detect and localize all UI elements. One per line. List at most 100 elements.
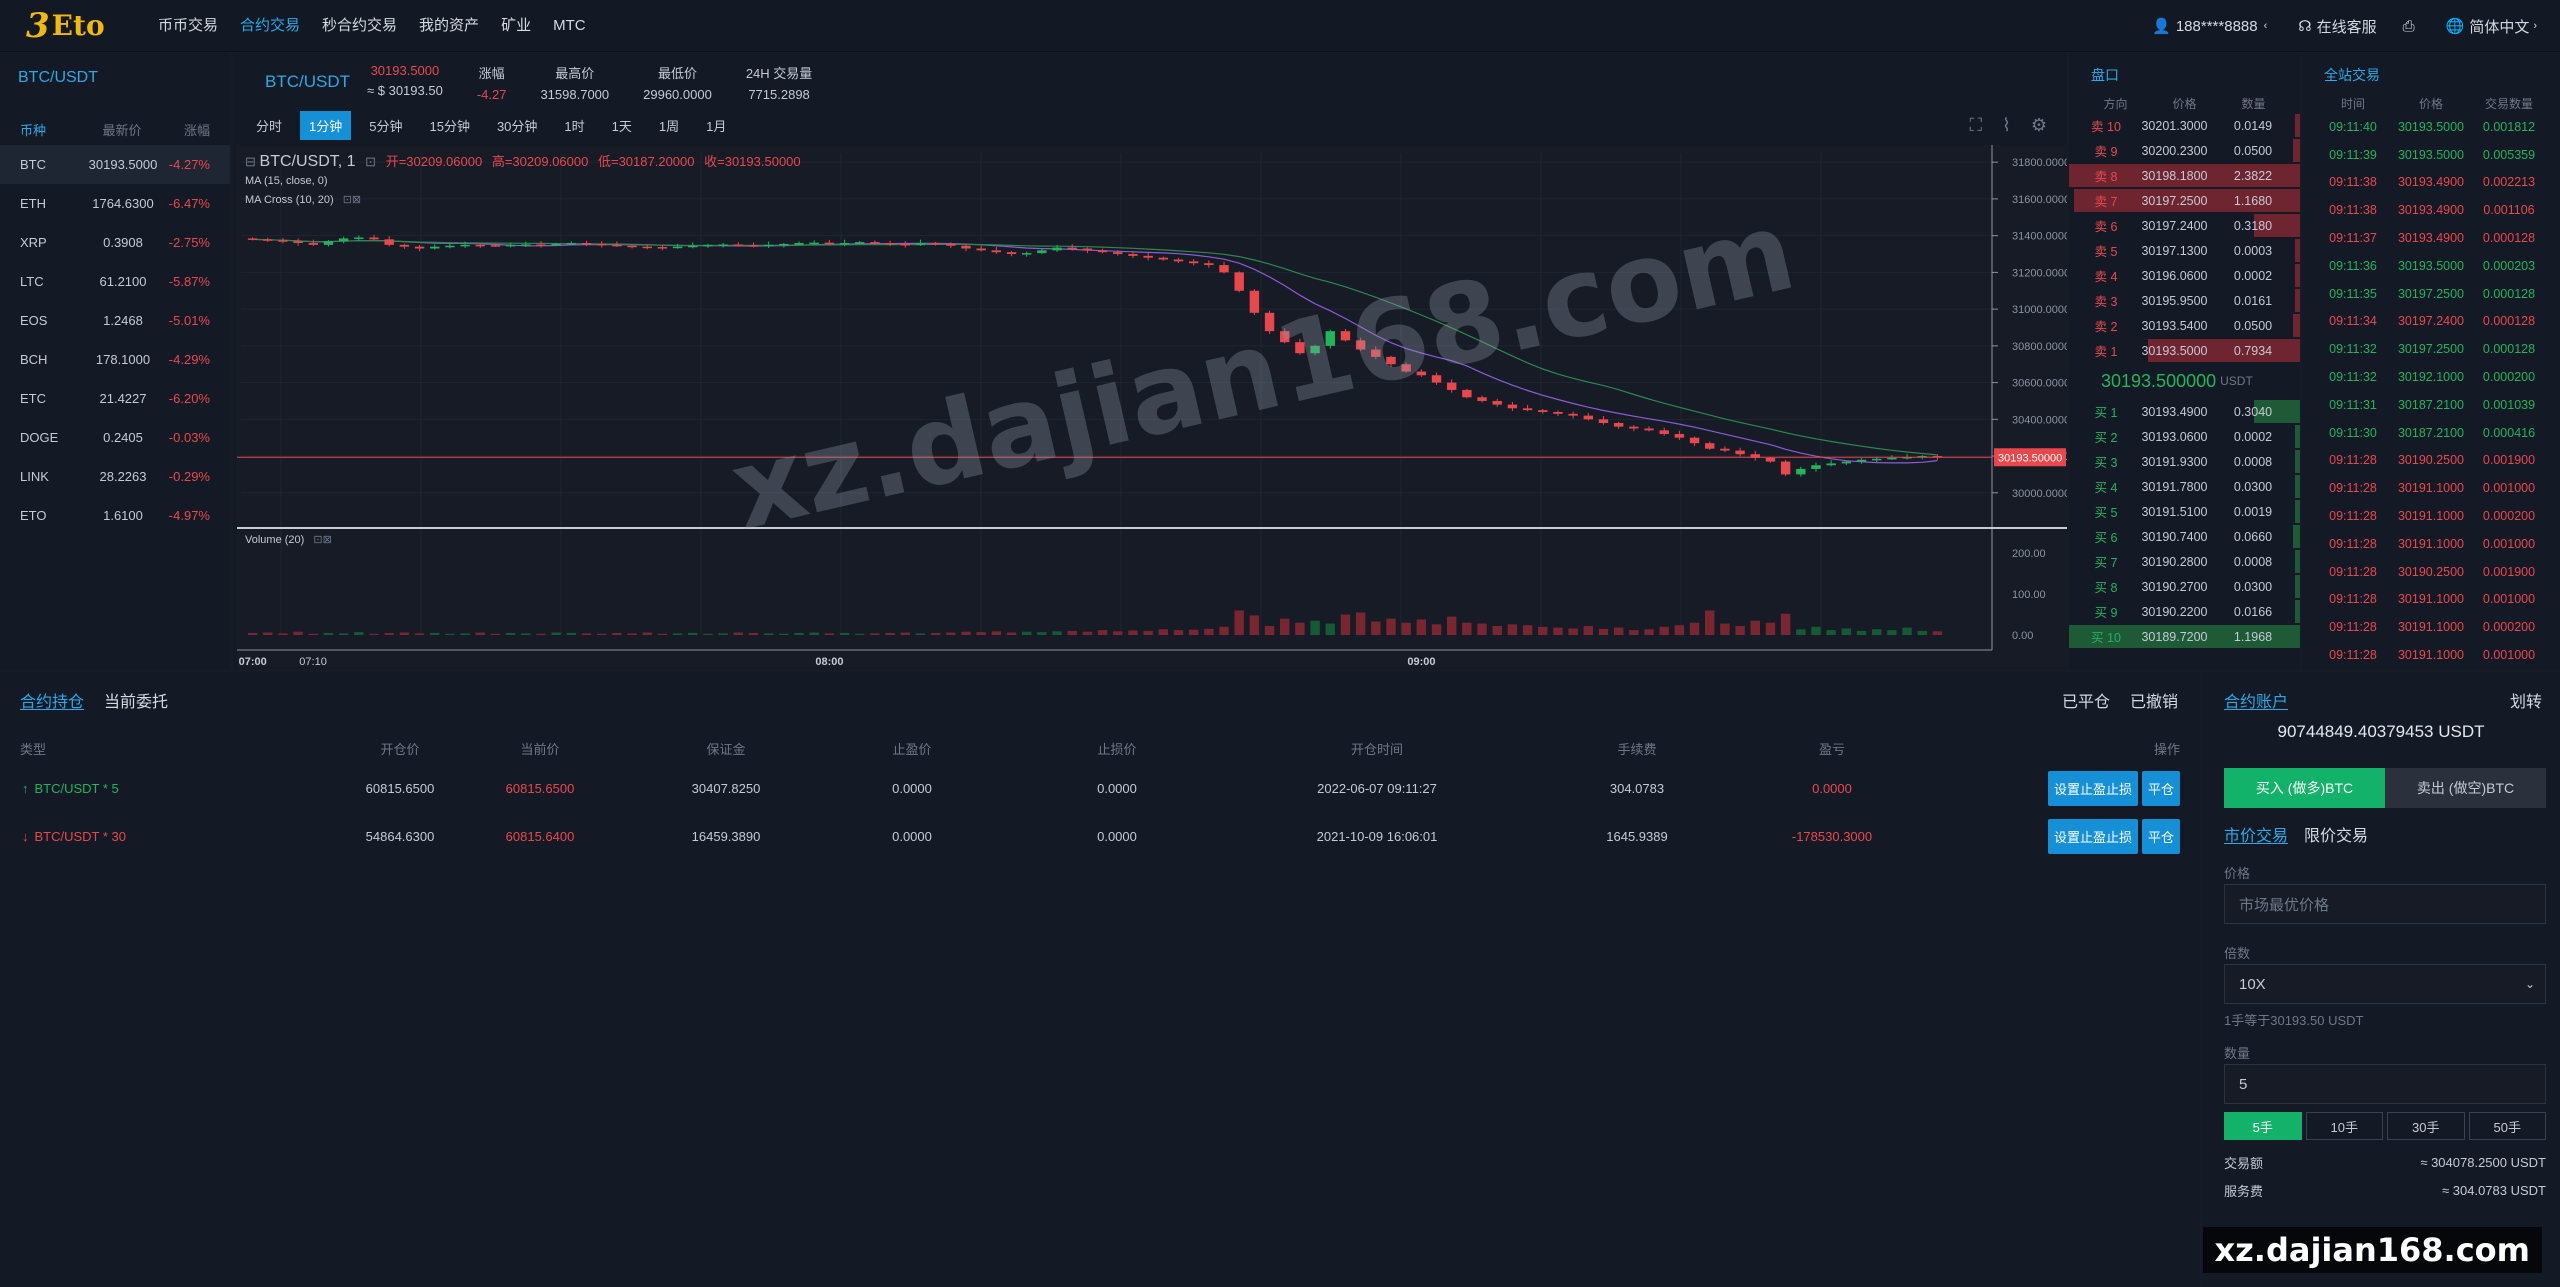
pnl: -178530.3000 <box>1791 828 1873 844</box>
sell-row[interactable]: 卖 1 30193.5000 0.7934 <box>2069 338 2300 363</box>
fullscreen-icon[interactable]: ⛶ <box>1969 115 1982 136</box>
set-tp-sl-button[interactable]: 设置止盈止损 <box>2047 770 2138 806</box>
sell-row[interactable]: 卖 5 30197.1300 0.0003 <box>2069 238 2300 263</box>
globe-icon: 🌐 <box>2445 18 2465 35</box>
volume-toggle-icon[interactable]: ⊡⊠ <box>313 534 331 546</box>
interval-tab[interactable]: 1分钟 <box>300 110 352 140</box>
market-row[interactable]: EOS 1.2468 -5.01% <box>0 301 230 340</box>
lot-preset-button[interactable]: 5手 <box>2224 1112 2302 1140</box>
market-row[interactable]: DOGE 0.2405 -0.03% <box>0 418 230 457</box>
nav-item[interactable]: MTC <box>553 0 586 52</box>
buy-row[interactable]: 买 8 30190.2700 0.0300 <box>2069 574 2300 599</box>
online-service-link[interactable]: ☊ 在线客服 <box>2298 16 2376 37</box>
interval-tab[interactable]: 1月 <box>697 111 735 140</box>
last-price-usd: ≈ $ 30193.50 <box>367 83 443 98</box>
transfer-link[interactable]: 划转 <box>2510 688 2542 722</box>
buy-row[interactable]: 买 3 30191.9300 0.0008 <box>2069 449 2300 474</box>
market-row[interactable]: BCH 178.1000 -4.29% <box>0 340 230 379</box>
lot-preset-button[interactable]: 50手 <box>2468 1112 2546 1140</box>
tab-limit-order[interactable]: 限价交易 <box>2304 822 2368 860</box>
sell-row[interactable]: 卖 10 30201.3000 0.0149 <box>2069 113 2300 138</box>
sell-short-button[interactable]: 卖出 (做空)BTC <box>2385 768 2546 808</box>
print-button[interactable]: ⎙ <box>2403 18 2420 35</box>
market-row[interactable]: ETC 21.4227 -6.20% <box>0 379 230 418</box>
indicator-toggle-icon[interactable]: ⊡⊠ <box>343 194 361 206</box>
sell-row[interactable]: 卖 9 30200.2300 0.0500 <box>2069 138 2300 163</box>
nav-item[interactable]: 我的资产 <box>419 0 479 52</box>
interval-tab[interactable]: 30分钟 <box>488 111 546 140</box>
buy-row[interactable]: 买 4 30191.7800 0.0300 <box>2069 474 2300 499</box>
price-input[interactable]: 市场最优价格 <box>2224 884 2546 924</box>
buy-long-button[interactable]: 买入 (做多)BTC <box>2224 768 2385 808</box>
market-row[interactable]: ETH 1764.6300 -6.47% <box>0 184 230 223</box>
volume-bar <box>551 632 561 635</box>
market-row[interactable]: LINK 28.2263 -0.29% <box>0 457 230 496</box>
indicator-icon[interactable]: ⌇ <box>2002 115 2011 136</box>
candle-body <box>293 241 303 243</box>
sell-row[interactable]: 卖 4 30196.0600 0.0002 <box>2069 263 2300 288</box>
buy-row[interactable]: 买 10 30189.7200 1.1968 <box>2069 624 2300 649</box>
sell-row[interactable]: 卖 8 30198.1800 2.3822 <box>2069 163 2300 188</box>
set-tp-sl-button[interactable]: 设置止盈止损 <box>2047 818 2138 854</box>
user-menu[interactable]: 👤 188****8888 ‹ <box>2152 17 2272 36</box>
buy-row[interactable]: 买 5 30191.5100 0.0019 <box>2069 499 2300 524</box>
sell-row[interactable]: 卖 6 30197.2400 0.3180 <box>2069 213 2300 238</box>
trade-row: 09:11:28 30190.2500 0.001900 <box>2302 558 2560 586</box>
settings-icon[interactable]: ⚙ <box>2031 115 2047 136</box>
sell-row[interactable]: 卖 3 30195.9500 0.0161 <box>2069 288 2300 313</box>
quantity-input[interactable]: 5 <box>2224 1064 2546 1104</box>
trade-price: 30193.5000 <box>2397 258 2465 273</box>
buy-row[interactable]: 买 9 30190.2200 0.0166 <box>2069 599 2300 624</box>
nav-item[interactable]: 合约交易 <box>240 0 300 52</box>
close-position-button[interactable]: 平仓 <box>2141 818 2180 854</box>
legend-eye-icon[interactable]: ⊡ <box>365 154 376 169</box>
vol-tick-label: 100.00 <box>2012 589 2046 601</box>
positions-tab[interactable]: 合约持仓 <box>20 688 85 711</box>
buy-row[interactable]: 买 7 30190.2800 0.0008 <box>2069 549 2300 574</box>
nav-item[interactable]: 币币交易 <box>158 0 218 52</box>
market-row[interactable]: LTC 61.2100 -5.87% <box>0 262 230 301</box>
sell-row[interactable]: 卖 7 30197.2500 1.1680 <box>2069 188 2300 213</box>
coin-price: 178.1000 <box>95 352 151 367</box>
tab-cancelled[interactable]: 已撤销 <box>2130 688 2178 712</box>
buy-row[interactable]: 买 6 30190.7400 0.0660 <box>2069 524 2300 549</box>
candle-body <box>824 242 835 245</box>
book-qty: 0.0008 <box>2233 554 2273 569</box>
volume-bar <box>839 632 850 635</box>
book-side: 买 6 <box>2094 531 2118 545</box>
interval-tab[interactable]: 分时 <box>247 111 291 140</box>
volume-bar <box>718 633 728 635</box>
market-row[interactable]: XRP 0.3908 -2.75% <box>0 223 230 262</box>
buy-row[interactable]: 买 1 30193.4900 0.3040 <box>2069 399 2300 424</box>
tab-closed[interactable]: 已平仓 <box>2062 688 2110 712</box>
lot-preset-button[interactable]: 10手 <box>2305 1112 2383 1140</box>
interval-tab[interactable]: 1时 <box>555 111 593 140</box>
volume-bar <box>870 633 880 635</box>
lot-preset-button[interactable]: 30手 <box>2387 1112 2465 1140</box>
language-selector[interactable]: 🌐 简体中文 › <box>2446 16 2542 37</box>
book-qty: 0.0660 <box>2233 529 2273 544</box>
coin-price: 1764.6300 <box>92 196 154 211</box>
candlestick-chart[interactable]: 31800.00000 31600.00000 31400.00000 31200.0… <box>237 145 2067 667</box>
nav-item[interactable]: 矿业 <box>501 0 531 52</box>
interval-tab[interactable]: 1周 <box>650 111 688 140</box>
interval-tab[interactable]: 1天 <box>603 111 641 140</box>
market-row[interactable]: ETO 1.6100 -4.97% <box>0 496 230 535</box>
market-row[interactable]: BTC 30193.5000 -4.27% <box>0 145 230 184</box>
nav-item[interactable]: 秒合约交易 <box>322 0 397 52</box>
volume-bar <box>1113 631 1123 635</box>
trade-price: 30197.2500 <box>2397 342 2465 357</box>
leverage-select[interactable]: 10X ⌄ <box>2224 964 2546 1004</box>
interval-tab[interactable]: 5分钟 <box>360 111 411 140</box>
trade-time: 09:11:34 <box>2329 314 2377 329</box>
collapse-icon[interactable]: ⊟ <box>245 154 256 169</box>
close-position-button[interactable]: 平仓 <box>2141 770 2180 806</box>
tab-market-order[interactable]: 市价交易 <box>2224 822 2289 845</box>
account-title[interactable]: 合约账户 <box>2224 688 2289 711</box>
interval-tab[interactable]: 15分钟 <box>420 111 478 140</box>
sell-row[interactable]: 卖 2 30193.5400 0.0500 <box>2069 313 2300 338</box>
positions-tab[interactable]: 当前委托 <box>104 688 168 732</box>
book-side: 买 10 <box>2091 631 2121 645</box>
logo[interactable]: 3 Eto <box>26 6 138 46</box>
buy-row[interactable]: 买 2 30193.0600 0.0002 <box>2069 424 2300 449</box>
